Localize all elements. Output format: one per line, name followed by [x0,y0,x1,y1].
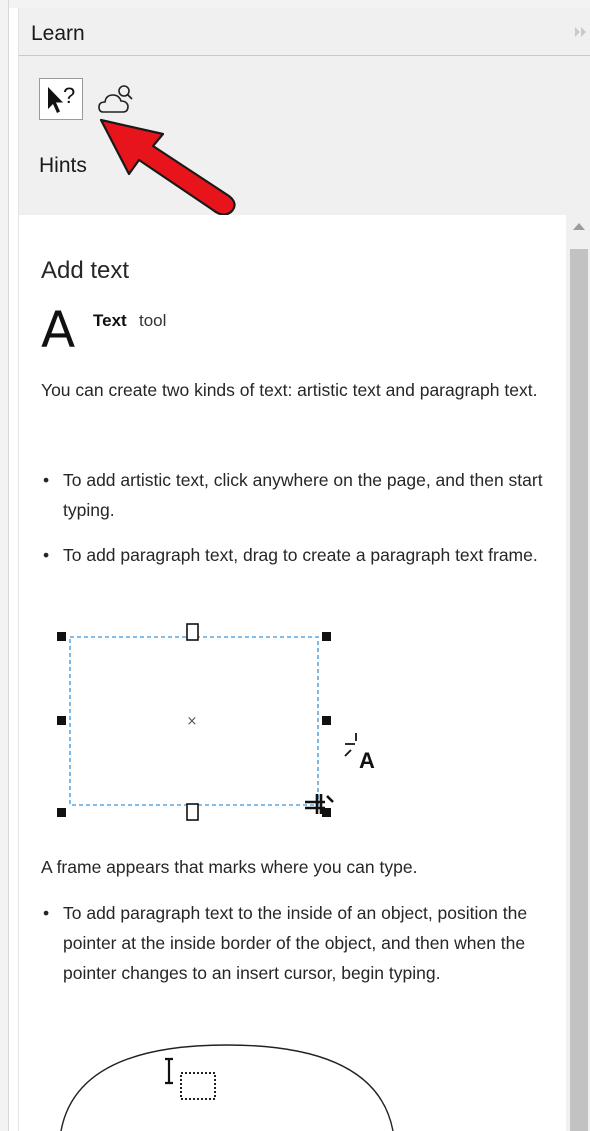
tool-suffix: tool [139,311,167,330]
svg-text:×: × [187,714,198,729]
hints-button[interactable]: ? [39,78,83,120]
content-scrollbar[interactable] [567,215,590,1131]
object-insert-illustration [60,1044,394,1131]
red-arrow-annotation [99,118,236,216]
bullet-dot: • [43,470,50,490]
list-item-text: To add paragraph text to the inside of a… [63,903,528,983]
scroll-thumb[interactable] [570,249,588,1131]
hint-content: Add text A Text tool You can create two … [19,215,566,1131]
window-top-strip [0,0,590,8]
intro-paragraph: You can create two kinds of text: artist… [41,380,538,400]
text-tool-icon: A [41,301,76,359]
section-label-hints: Hints [39,154,87,177]
hint-heading: Add text [41,257,130,284]
collapse-docker-icon[interactable] [573,25,589,39]
bullet-dot: • [43,545,50,565]
learn-docker: Learn ? Hints Add text A Text tool You c… [18,8,590,1131]
scroll-up-arrow-icon[interactable] [573,223,585,230]
frame-caption: A frame appears that marks where you can… [41,857,418,877]
list-item-text: To add paragraph text, drag to create a … [63,545,538,565]
svg-text:?: ? [63,83,75,108]
docker-header: Learn [19,8,590,56]
figure-cursor-letter: A [359,748,375,773]
paragraph-frame-illustration: × A [57,623,375,821]
workspace-edge [0,0,9,1131]
bullet-dot: • [43,903,50,923]
tool-name: Text [93,311,127,330]
pointer-question-icon: ? [48,83,75,113]
docker-title: Learn [31,22,85,45]
list-item-text: To add artistic text, click anywhere on … [63,470,543,520]
